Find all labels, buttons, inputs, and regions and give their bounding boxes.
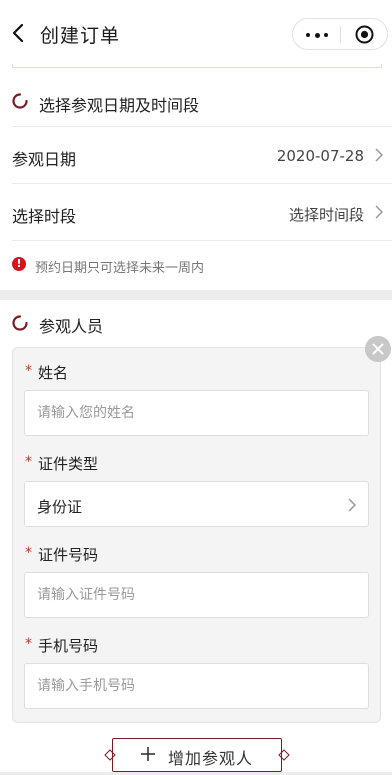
decorative-border: [12, 64, 382, 68]
time-slot-row[interactable]: 选择时段 选择时间段: [0, 184, 392, 240]
visitor-section-title: 参观人员: [39, 317, 104, 336]
section-ring-icon: [12, 93, 28, 109]
id-type-label: 证件类型: [38, 455, 99, 473]
required-mark: *: [25, 636, 32, 652]
remove-visitor-button[interactable]: [365, 336, 391, 362]
record-circle-icon[interactable]: [355, 25, 374, 44]
name-input[interactable]: [24, 390, 369, 436]
capsule-divider: [340, 26, 341, 43]
visit-date-label: 参观日期: [12, 150, 77, 169]
more-dots-icon[interactable]: [306, 32, 328, 38]
date-notice: 预约日期只可选择未来一周内: [35, 261, 205, 276]
id-type-value: 身份证: [37, 498, 83, 516]
chevron-right-icon: [348, 498, 356, 512]
section-ring-icon: [12, 315, 28, 331]
visit-date-row[interactable]: 参观日期 2020-07-28: [0, 127, 392, 183]
plus-icon: [141, 747, 155, 761]
visit-date-value: 2020-07-28: [276, 147, 364, 165]
time-slot-value: 选择时间段: [288, 206, 364, 224]
required-mark: *: [25, 545, 32, 561]
ornament-right-icon: [278, 749, 290, 761]
phone-label: 手机号码: [38, 637, 99, 655]
chevron-right-icon: [375, 205, 383, 219]
date-section-title: 选择参观日期及时间段: [39, 96, 200, 115]
chevron-left-icon[interactable]: [10, 22, 28, 44]
page-title: 创建订单: [40, 25, 121, 47]
mini-program-capsule: [292, 18, 388, 50]
name-label: 姓名: [38, 364, 69, 382]
add-visitor-button[interactable]: 增加参观人: [104, 735, 290, 775]
time-slot-label: 选择时段: [12, 207, 77, 226]
required-mark: *: [25, 363, 32, 379]
divider: [12, 240, 392, 241]
id-type-select[interactable]: 身份证: [24, 481, 369, 527]
id-number-label: 证件号码: [38, 546, 99, 564]
id-number-input[interactable]: [24, 572, 369, 618]
ornament-left-icon: [104, 749, 116, 761]
warning-icon: !: [12, 257, 26, 271]
chevron-right-icon: [375, 148, 383, 162]
add-visitor-label: 增加参观人: [168, 749, 254, 768]
status-bar-remnant: [0, 0, 392, 6]
required-mark: *: [25, 454, 32, 470]
phone-input[interactable]: [24, 663, 369, 709]
